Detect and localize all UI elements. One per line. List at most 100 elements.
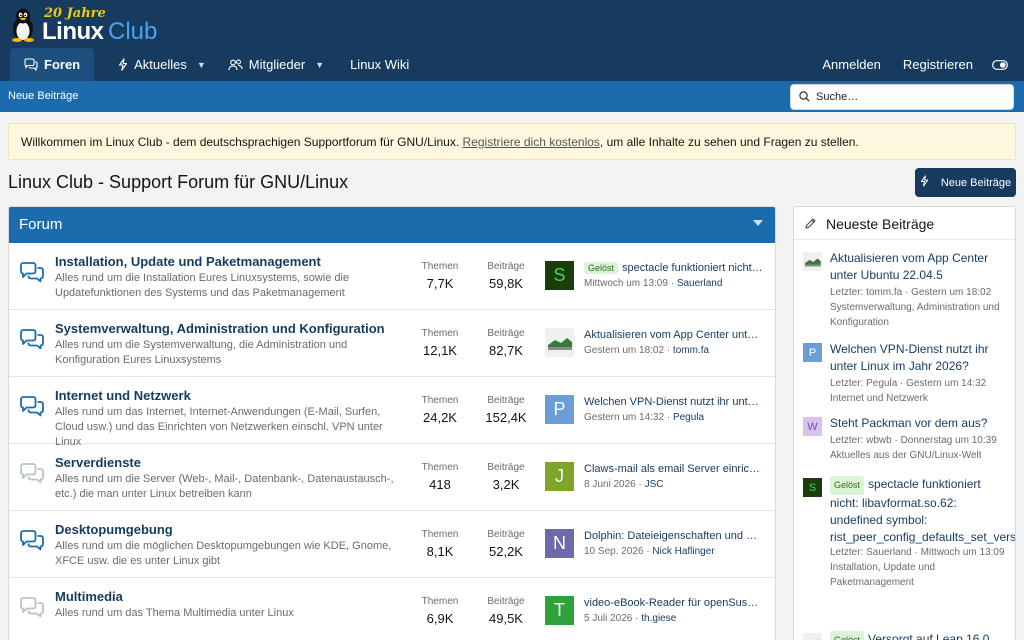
chevron-down-icon[interactable]: ▼	[197, 60, 206, 70]
forum-title[interactable]: Desktopumgebung	[55, 522, 173, 537]
latest-post-title[interactable]: Steht Packman vor dem aus?	[830, 415, 1010, 432]
forum-node-icon[interactable]	[19, 596, 45, 621]
forum-title[interactable]: Systemverwaltung, Administration und Kon…	[55, 321, 385, 336]
last-post-title[interactable]: Dolphin: Dateieigenschaften und Met…	[584, 530, 764, 542]
last-post-user[interactable]: th.giese	[641, 613, 676, 624]
site-logo[interactable]: 20 Jahre Linux Club	[10, 6, 182, 45]
new-posts-link[interactable]: Neue Beiträge	[8, 90, 78, 102]
latest-post-title-text[interactable]: Versorgt auf Leap 16.0	[868, 632, 989, 640]
forum-title[interactable]: Internet und Netzwerk	[55, 388, 191, 403]
poster-avatar[interactable]	[803, 252, 822, 271]
latest-post-title-text[interactable]: Welchen VPN-Dienst nutzt ihr unter Linux…	[830, 342, 989, 373]
latest-post-forum[interactable]: Internet und Netzwerk	[830, 391, 1012, 406]
forum-description: Alles rund um das Thema Multimedia unter…	[55, 607, 294, 619]
last-post-date[interactable]: Gestern um 14:32	[584, 412, 664, 423]
last-post-title-text[interactable]: Dolphin: Dateieigenschaften und Met…	[584, 530, 764, 542]
latest-post-title[interactable]: Welchen VPN-Dienst nutzt ihr unter Linux…	[830, 341, 1010, 375]
account-navigation: Anmelden Registrieren	[811, 48, 1024, 81]
last-post-date[interactable]: 5 Juli 2026	[584, 613, 632, 624]
forum-title[interactable]: Installation, Update und Paketmanagement	[55, 254, 321, 269]
nav-tab-aktuelles[interactable]: Aktuelles ▼	[108, 48, 216, 81]
last-post-user[interactable]: Nick Haflinger	[652, 546, 714, 557]
theme-toggle-icon[interactable]	[984, 48, 1024, 81]
forum-title[interactable]: Serverdienste	[55, 455, 141, 470]
latest-post-forum[interactable]: Aktuelles aus der GNU/Linux-Welt	[830, 448, 1012, 463]
posts-count: Beiträge 82,7K	[471, 328, 541, 358]
pencil-icon	[804, 217, 817, 233]
latest-post-title[interactable]: Gelöst Versorgt auf Leap 16.0	[830, 631, 1010, 640]
latest-posts-header: Neueste Beiträge	[794, 207, 1015, 240]
last-post-title-text[interactable]: Aktualisieren vom App Center unter …	[584, 329, 764, 341]
last-post-date[interactable]: Mittwoch um 13:09	[584, 278, 668, 289]
meta-separator: ·	[632, 613, 642, 624]
last-poster-avatar[interactable]: J	[545, 462, 574, 491]
last-post-title-text[interactable]: Welchen VPN-Dienst nutzt ihr unter …	[584, 396, 764, 408]
posts-count: Beiträge 152,4K	[471, 395, 541, 425]
threads-label: Themen	[421, 328, 459, 339]
meta-separator: ·	[664, 412, 673, 423]
last-poster-avatar[interactable]: T	[545, 596, 574, 625]
users-icon	[228, 58, 243, 71]
last-poster-avatar[interactable]: N	[545, 529, 574, 558]
nav-tab-foren[interactable]: Foren	[10, 48, 95, 81]
last-post-meta: Gestern um 14:32 · Pegula	[584, 412, 704, 423]
register-free-link[interactable]: Registriere dich kostenlos	[463, 135, 600, 149]
forum-node-icon[interactable]	[19, 529, 45, 554]
poster-avatar[interactable]: P	[803, 343, 822, 362]
last-post-title[interactable]: Welchen VPN-Dienst nutzt ihr unter …	[584, 396, 764, 408]
latest-post-meta: Letzter: Sauerland · Mittwoch um 13:09	[830, 547, 1005, 558]
latest-post-meta: Letzter: Pegula · Gestern um 14:32	[830, 378, 987, 389]
collapse-toggle-icon[interactable]	[753, 220, 763, 226]
last-post-user[interactable]: Sauerland	[677, 278, 723, 289]
poster-avatar[interactable]	[803, 633, 822, 640]
last-post-title[interactable]: Gelöst spectacle funktioniert nicht: li…	[584, 262, 764, 274]
last-poster-avatar[interactable]: P	[545, 395, 574, 424]
forum-node-icon[interactable]	[19, 328, 45, 353]
latest-post-title-text[interactable]: Aktualisieren vom App Center unter Ubunt…	[830, 251, 988, 282]
last-post-user[interactable]: JSC	[645, 479, 664, 490]
new-posts-button[interactable]: Neue Beiträge	[915, 168, 1016, 197]
solved-badge: Gelöst	[830, 476, 865, 495]
last-post-date[interactable]: 8 Juni 2026	[584, 479, 636, 490]
search-input[interactable]: Suche…	[790, 84, 1014, 110]
threads-value: 24,2K	[423, 410, 457, 425]
latest-post-forum[interactable]: Installation, Update und Paketmanagement	[830, 560, 1012, 590]
latest-post-forum[interactable]: Systemverwaltung, Administration und Kon…	[830, 300, 1012, 330]
last-poster-avatar[interactable]	[545, 328, 574, 357]
last-post-title[interactable]: Claws-mail als email Server einrichten	[584, 463, 764, 475]
last-post-title-text[interactable]: Claws-mail als email Server einrichten	[584, 463, 764, 475]
forum-node-icon[interactable]	[19, 462, 45, 487]
poster-avatar[interactable]: S	[803, 478, 822, 497]
latest-post-title[interactable]: Gelöst spectacle funktioniert nicht: liba…	[830, 476, 1015, 546]
last-post-date[interactable]: Gestern um 18:02	[584, 345, 664, 356]
notice-text-end: , um alle Inhalte zu sehen und Fragen zu…	[599, 135, 859, 149]
last-post-title[interactable]: Aktualisieren vom App Center unter …	[584, 329, 764, 341]
posts-label: Beiträge	[487, 395, 525, 406]
threads-count: Themen 418	[405, 462, 475, 492]
latest-post-title[interactable]: Aktualisieren vom App Center unter Ubunt…	[830, 250, 1010, 284]
register-link[interactable]: Registrieren	[892, 48, 984, 81]
last-post-user[interactable]: Pegula	[673, 412, 704, 423]
posts-label: Beiträge	[487, 261, 525, 272]
latest-post-title-text[interactable]: Steht Packman vor dem aus?	[830, 416, 987, 430]
poster-avatar[interactable]: W	[803, 417, 822, 436]
last-post-title-text[interactable]: video-eBook-Reader für openSuse L…	[584, 597, 764, 609]
forum-node-icon[interactable]	[19, 395, 45, 420]
login-link[interactable]: Anmelden	[811, 48, 892, 81]
forum-category-title[interactable]: Forum	[19, 216, 62, 233]
last-post-user[interactable]: tomm.fa	[673, 345, 709, 356]
last-post-title-text[interactable]: spectacle funktioniert nicht: li…	[622, 262, 764, 274]
meta-separator: ·	[635, 479, 645, 490]
chevron-down-icon[interactable]: ▼	[315, 60, 324, 70]
new-posts-button-label: Neue Beiträge	[940, 176, 1012, 189]
last-post-date[interactable]: 10 Sep. 2026	[584, 546, 644, 557]
forum-row: Serverdienste Alles rund um die Server (W…	[9, 444, 775, 511]
forum-node-icon[interactable]	[19, 261, 45, 286]
posts-label: Beiträge	[487, 328, 525, 339]
last-post-title[interactable]: video-eBook-Reader für openSuse L…	[584, 597, 764, 609]
forum-title[interactable]: Multimedia	[55, 589, 123, 604]
bolt-icon	[118, 58, 128, 71]
last-poster-avatar[interactable]: S	[545, 261, 574, 290]
nav-tab-linux-wiki[interactable]: Linux Wiki	[340, 48, 419, 81]
nav-tab-mitglieder[interactable]: Mitglieder ▼	[218, 48, 334, 81]
